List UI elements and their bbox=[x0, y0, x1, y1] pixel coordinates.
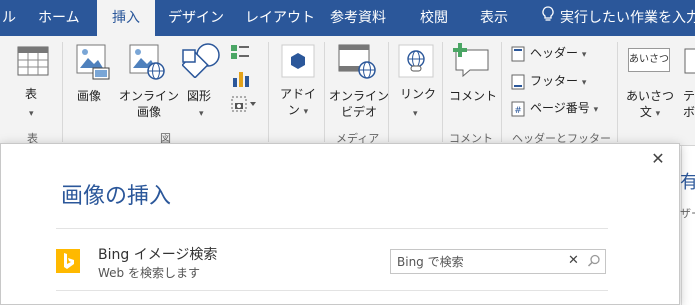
textbox-line1: テ bbox=[683, 89, 695, 103]
addins-line2: ン bbox=[287, 103, 300, 117]
link-icon bbox=[398, 44, 434, 78]
shapes-dropdown-icon[interactable]: ▾ bbox=[199, 106, 204, 122]
ribbon-separator bbox=[62, 42, 63, 142]
tell-me-box[interactable]: 実行したい作業を入力 bbox=[540, 0, 695, 36]
link-button[interactable]: リンク bbox=[400, 86, 436, 102]
textbox-button[interactable]: テ ボ bbox=[683, 88, 695, 120]
ribbon-tab-bar: ル ホーム 挿入 デザイン レイアウト 参考資料 校閲 表示 実行したい作業を入… bbox=[0, 0, 695, 38]
ribbon-separator bbox=[268, 42, 269, 142]
picture-icon bbox=[76, 44, 110, 80]
document-text: ザー bbox=[680, 207, 695, 220]
tell-me-label: 実行したい作業を入力 bbox=[560, 10, 695, 26]
tab-view[interactable]: 表示 bbox=[480, 0, 508, 36]
ribbon-insert: 表 ▾ 表 画像 オンライン 画像 図形 ▾ 図 アドイ ン ▾ オンライン ビ… bbox=[0, 36, 695, 146]
greeting-line2: 文 bbox=[639, 105, 652, 119]
clear-icon[interactable]: ✕ bbox=[568, 253, 579, 268]
insert-picture-dialog: ✕ 画像の挿入 Bing イメージ検索 Web を検索します ✕ bbox=[0, 143, 680, 305]
tab-references[interactable]: 参考資料 bbox=[330, 0, 386, 36]
tab-review[interactable]: 校閲 bbox=[420, 0, 448, 36]
ribbon-separator bbox=[324, 42, 325, 142]
online-picture-button[interactable]: オンライン 画像 bbox=[119, 88, 179, 120]
ribbon-separator bbox=[617, 42, 618, 142]
addins-line1: アドイ bbox=[280, 87, 317, 101]
bing-search-subtitle: Web を検索します bbox=[98, 266, 200, 280]
link-dropdown-icon[interactable]: ▾ bbox=[413, 106, 418, 122]
online-video-line2: ビデオ bbox=[341, 105, 378, 119]
online-picture-icon bbox=[129, 44, 165, 80]
document-text: 有 bbox=[680, 172, 695, 193]
footer-dropdown-icon: ▾ bbox=[581, 78, 587, 88]
page-number-button[interactable]: # ページ番号 ▾ bbox=[510, 99, 598, 117]
bing-search-box: ✕ bbox=[390, 249, 606, 274]
textbox-line2: ボ bbox=[683, 105, 695, 119]
dialog-title: 画像の挿入 bbox=[61, 184, 172, 209]
svg-text:#: # bbox=[514, 106, 522, 116]
shapes-button[interactable]: 図形 bbox=[187, 88, 211, 104]
addins-button[interactable]: アドイ ン ▾ bbox=[280, 86, 316, 120]
ribbon-separator bbox=[442, 42, 443, 142]
greeting-dropdown-icon: ▾ bbox=[655, 109, 661, 119]
screenshot-icon[interactable] bbox=[231, 96, 257, 112]
online-video-line1: オンライン bbox=[329, 89, 390, 103]
footer-icon bbox=[511, 74, 525, 89]
picture-button[interactable]: 画像 bbox=[77, 88, 101, 104]
greeting-line1: あいさつ bbox=[626, 89, 675, 103]
tab-layout[interactable]: レイアウト bbox=[245, 0, 315, 36]
tab-file[interactable]: ル bbox=[0, 0, 22, 36]
table-button[interactable]: 表 bbox=[25, 86, 37, 102]
footer-label: フッター bbox=[530, 74, 579, 88]
page-number-icon: # bbox=[511, 101, 525, 116]
addins-icon bbox=[281, 44, 315, 78]
new-comment-button[interactable]: コメント bbox=[449, 88, 497, 104]
greeting-button[interactable]: あいさつ 文 ▾ bbox=[626, 88, 674, 122]
tab-design[interactable]: デザイン bbox=[168, 0, 224, 36]
textbox-icon bbox=[684, 48, 695, 74]
header-label: ヘッダー bbox=[530, 46, 579, 60]
header-icon bbox=[511, 46, 525, 61]
online-video-icon bbox=[338, 44, 376, 79]
bing-search-input[interactable] bbox=[397, 253, 561, 270]
ribbon-separator bbox=[388, 42, 389, 142]
header-dropdown-icon: ▾ bbox=[581, 50, 587, 60]
shapes-icon bbox=[182, 43, 220, 78]
header-button[interactable]: ヘッダー ▾ bbox=[510, 44, 586, 62]
tab-home[interactable]: ホーム bbox=[38, 0, 80, 36]
search-icon[interactable] bbox=[587, 254, 601, 268]
comment-icon bbox=[453, 43, 489, 78]
online-video-button[interactable]: オンライン ビデオ bbox=[329, 88, 389, 120]
footer-button[interactable]: フッター ▾ bbox=[510, 72, 586, 90]
online-picture-line1: オンライン bbox=[119, 89, 180, 103]
lightbulb-icon bbox=[540, 0, 556, 36]
divider bbox=[56, 228, 608, 229]
ribbon-separator bbox=[501, 42, 502, 142]
page-number-label: ページ番号 bbox=[530, 101, 590, 115]
divider bbox=[56, 290, 608, 291]
table-icon bbox=[17, 46, 49, 76]
smartart-icon[interactable] bbox=[230, 44, 250, 60]
page-number-dropdown-icon: ▾ bbox=[593, 105, 599, 115]
chart-icon[interactable] bbox=[232, 70, 250, 88]
close-icon[interactable]: ✕ bbox=[649, 150, 667, 168]
bing-search-title: Bing イメージ検索 bbox=[98, 247, 218, 263]
greeting-icon: あいさつ bbox=[628, 48, 670, 72]
addins-dropdown-icon: ▾ bbox=[303, 107, 309, 117]
tab-insert[interactable]: 挿入 bbox=[97, 0, 155, 38]
table-dropdown-icon[interactable]: ▾ bbox=[29, 106, 34, 122]
online-picture-line2: 画像 bbox=[137, 105, 162, 119]
bing-logo-icon bbox=[56, 249, 80, 273]
